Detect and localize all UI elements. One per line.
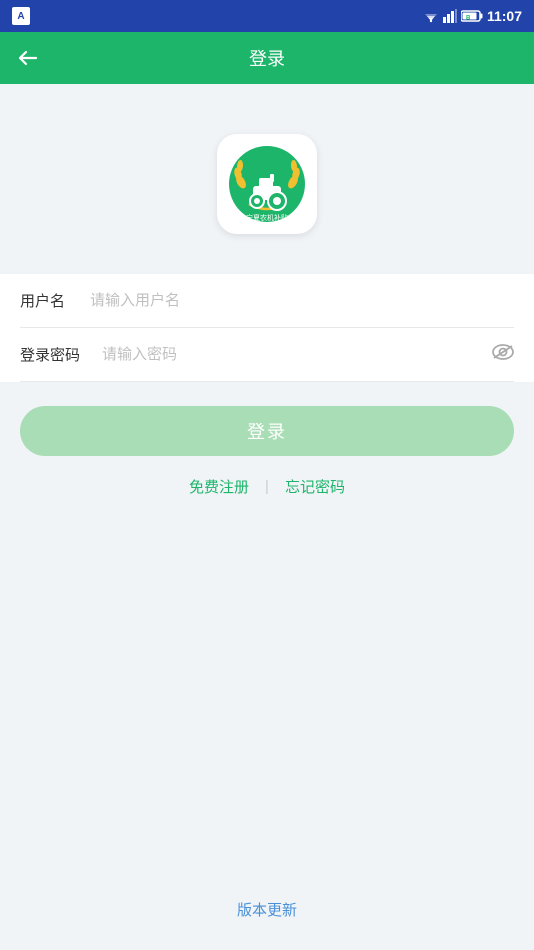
back-arrow-icon [16, 46, 40, 70]
svg-text:B: B [466, 16, 471, 22]
wifi-icon [423, 9, 439, 23]
logo-svg: 宁夏农机补贴 [227, 144, 307, 224]
username-row: 用户名 [20, 274, 514, 328]
battery-icon: B [461, 10, 483, 22]
status-time: 11:07 [487, 8, 522, 24]
password-label: 登录密码 [20, 344, 92, 365]
version-update-link[interactable]: 版本更新 [237, 899, 297, 920]
username-input[interactable] [80, 292, 514, 309]
password-toggle-icon[interactable] [492, 344, 514, 365]
status-bar-left: A [12, 7, 30, 25]
login-btn-area: 登录 [0, 382, 534, 456]
version-area: 版本更新 [0, 899, 534, 920]
password-input[interactable] [92, 346, 492, 363]
forgot-password-link[interactable]: 忘记密码 [269, 476, 361, 497]
register-link[interactable]: 免费注册 [173, 476, 265, 497]
login-form: 用户名 登录密码 [0, 274, 534, 382]
app-bar: 登录 [0, 32, 534, 84]
logo-area: 宁夏农机补贴 [0, 134, 534, 234]
links-area: 免费注册 | 忘记密码 [0, 476, 534, 497]
signal-icon [443, 9, 457, 23]
app-status-icon: A [12, 7, 30, 25]
status-bar: A B 11:07 [0, 0, 534, 32]
page-title: 登录 [249, 45, 285, 71]
password-row: 登录密码 [20, 328, 514, 382]
app-logo: 宁夏农机补贴 [217, 134, 317, 234]
back-button[interactable] [16, 46, 40, 70]
login-button[interactable]: 登录 [20, 406, 514, 456]
username-label: 用户名 [20, 290, 80, 311]
svg-text:宁夏农机补贴: 宁夏农机补贴 [246, 213, 288, 222]
status-bar-right: B 11:07 [423, 8, 522, 24]
